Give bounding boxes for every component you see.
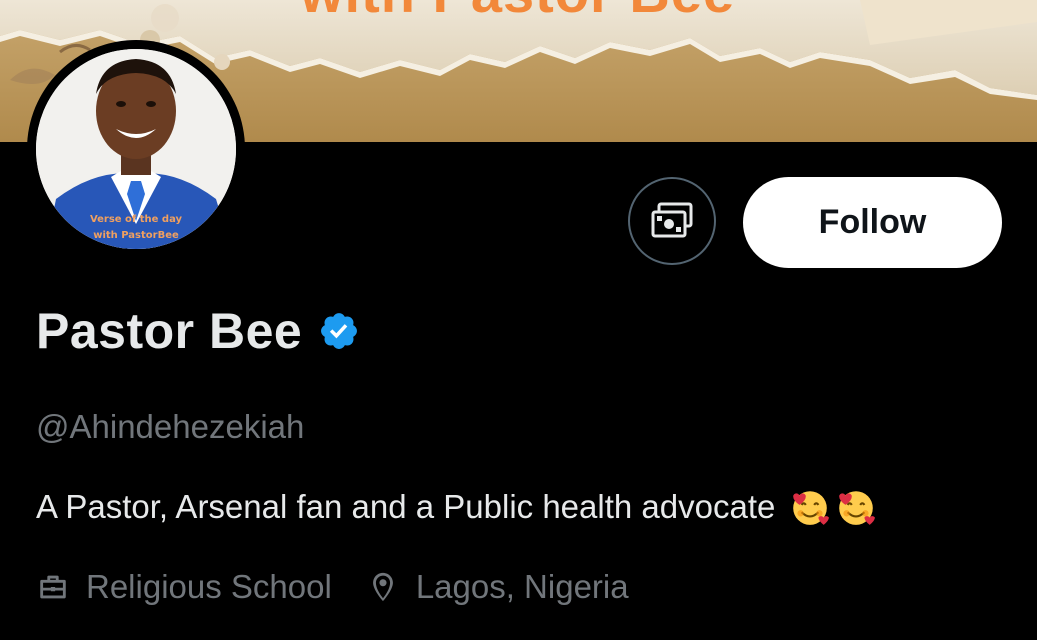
location-text: Lagos, Nigeria: [415, 568, 629, 605]
follow-button[interactable]: Follow: [743, 177, 1002, 268]
display-name: Pastor Bee: [36, 303, 303, 359]
meta-location: Lagos, Nigeria: [366, 568, 629, 606]
avatar-photo: Verse of the day with PastorBee: [36, 49, 236, 249]
display-name-row: Pastor Bee: [36, 302, 360, 360]
meta-profession: Religious School: [36, 568, 332, 606]
smiling-face-with-hearts-emoji: [793, 491, 830, 525]
tip-button[interactable]: [628, 177, 716, 265]
profile-avatar[interactable]: Verse of the day with PastorBee: [27, 40, 245, 258]
profile-meta-row: Religious School Lagos, Nigeria: [36, 568, 663, 606]
verified-badge-icon[interactable]: [318, 310, 360, 352]
banner-title: with Pastor Bee: [300, 0, 735, 25]
location-pin-icon: [372, 572, 393, 602]
avatar-caption: Verse of the day with PastorBee: [36, 212, 236, 244]
avatar-caption-line2: with PastorBee: [93, 230, 179, 241]
bio-text: A Pastor, Arsenal fan and a Public healt…: [36, 488, 776, 525]
profession-text: Religious School: [86, 568, 332, 605]
profile-bio: A Pastor, Arsenal fan and a Public healt…: [36, 486, 877, 528]
smiling-face-with-hearts-emoji: [839, 491, 876, 525]
briefcase-icon: [40, 575, 66, 599]
profile-page: with Pastor Bee: [0, 0, 1037, 640]
avatar-caption-line1: Verse of the day: [89, 214, 183, 225]
profile-handle: @Ahindehezekiah: [36, 408, 305, 445]
money-icon: [651, 202, 693, 238]
